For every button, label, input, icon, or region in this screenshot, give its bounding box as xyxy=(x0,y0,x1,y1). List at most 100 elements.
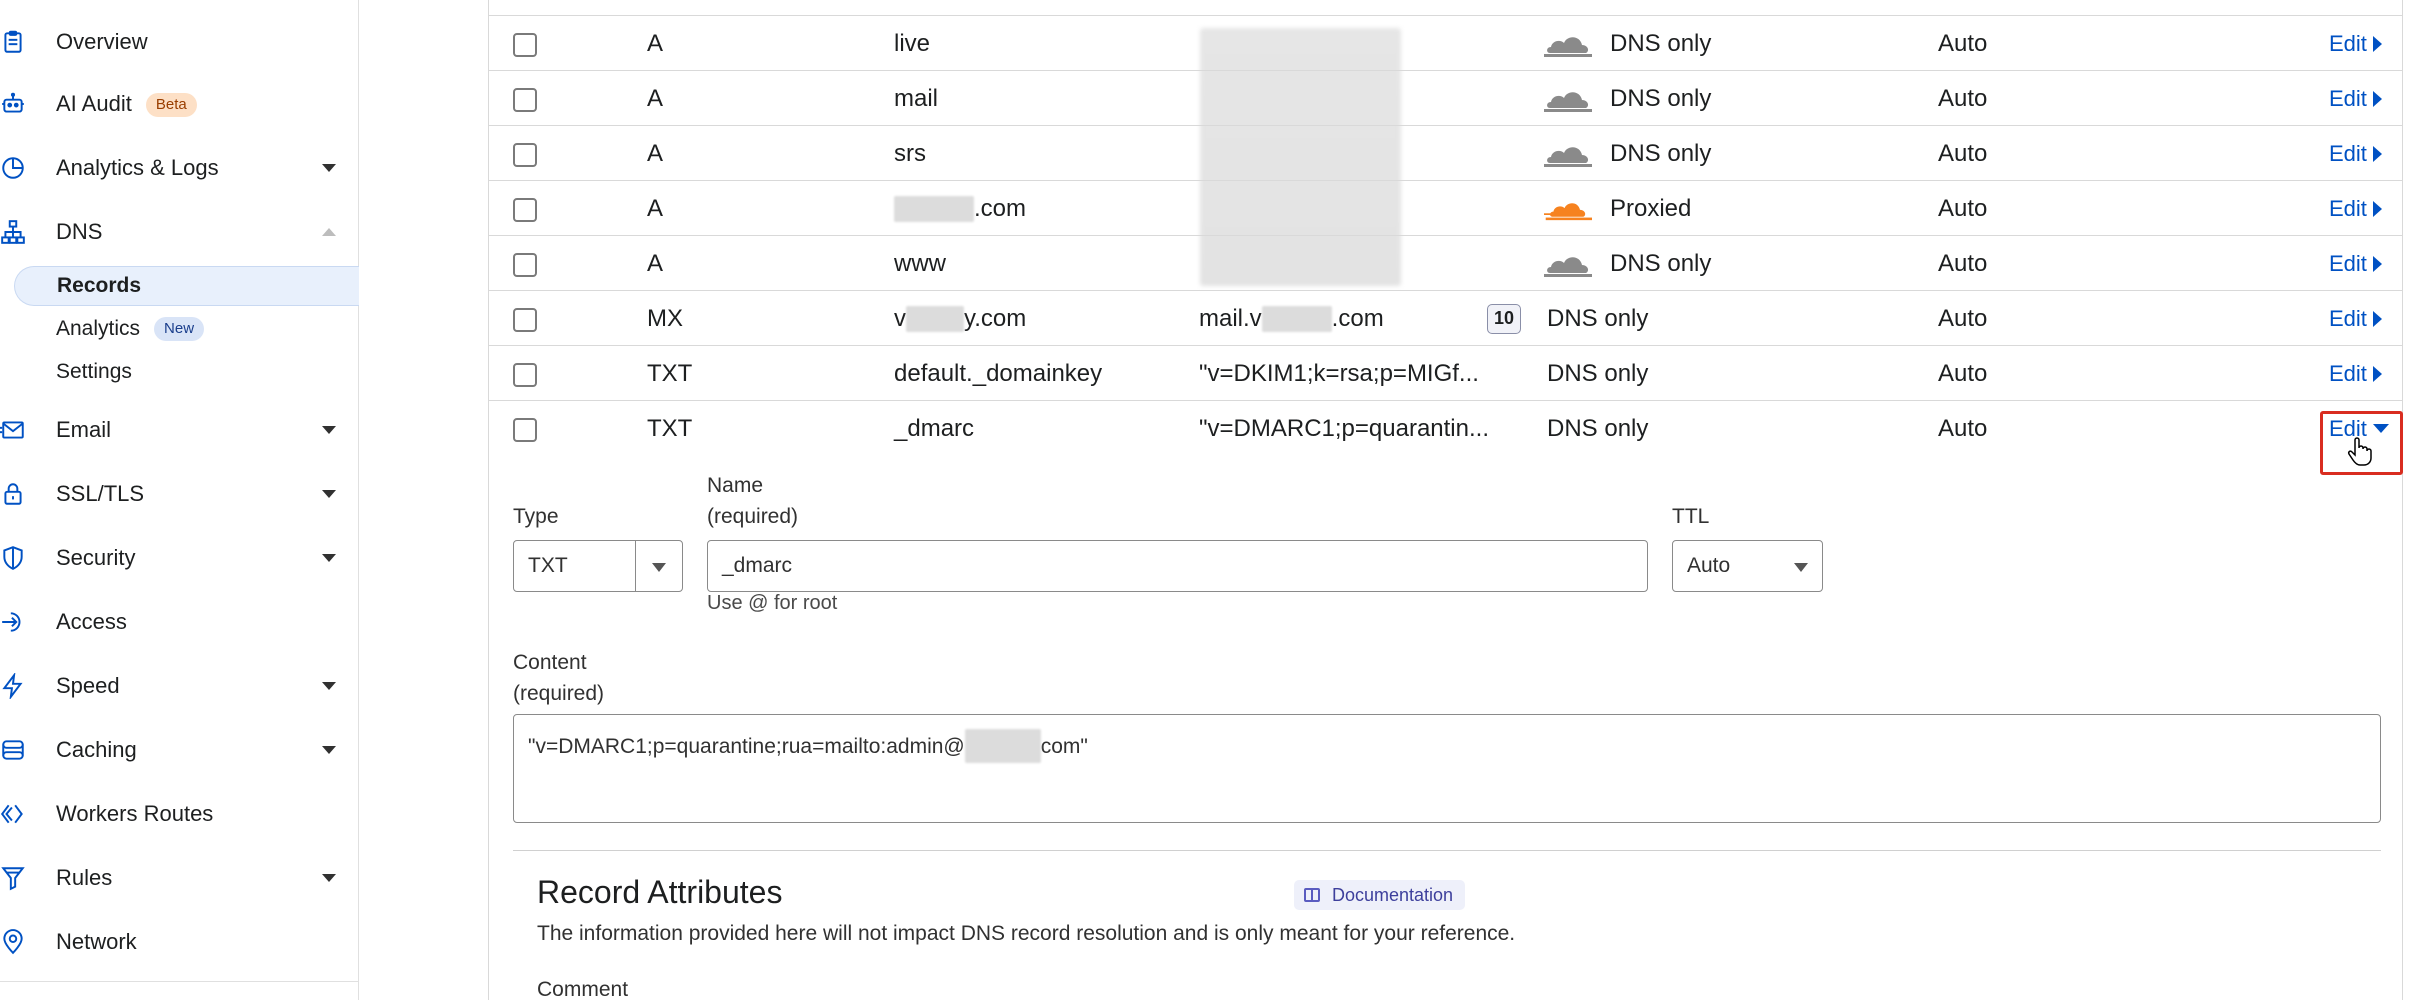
edit-button[interactable]: Edit xyxy=(2329,126,2382,181)
sidebar-subitem-settings[interactable]: Settings xyxy=(14,352,359,392)
hand-cursor-icon xyxy=(2348,437,2372,466)
row-checkbox[interactable] xyxy=(513,198,537,222)
edit-button[interactable]: Edit xyxy=(2329,16,2382,71)
sidebar-item-network[interactable]: Network xyxy=(0,918,358,966)
record-name: live xyxy=(894,29,931,57)
table-row: A mail DNS only Auto Edit xyxy=(489,71,2403,126)
chevron-down-icon[interactable] xyxy=(322,874,336,882)
record-ttl: Auto xyxy=(1938,29,1988,57)
sidebar: Overview AI Audit Beta Analytics & Logs D… xyxy=(0,0,359,1000)
clipboard-icon xyxy=(0,29,26,55)
name-input-value: _dmarc xyxy=(722,554,793,577)
sidebar-item-dns[interactable]: DNS xyxy=(0,208,358,256)
caret-right-icon xyxy=(2372,255,2382,272)
ttl-select-value: Auto xyxy=(1687,554,1731,577)
chevron-down-icon[interactable] xyxy=(322,682,336,690)
row-checkbox[interactable] xyxy=(513,88,537,112)
sidebar-subitem-analytics[interactable]: Analytics New xyxy=(14,309,359,349)
pie-chart-icon xyxy=(0,155,26,181)
chevron-down-icon xyxy=(652,563,666,572)
record-name: srs xyxy=(894,139,926,167)
table-row: MX v y.com mail.v .com 10 DNS only Auto Ed… xyxy=(489,291,2403,346)
row-checkbox[interactable] xyxy=(513,363,537,387)
type-select[interactable]: TXT xyxy=(513,540,683,592)
chevron-down-icon[interactable] xyxy=(322,746,336,754)
sidebar-item-label: SSL/TLS xyxy=(56,481,145,506)
chevron-up-icon[interactable] xyxy=(322,228,336,236)
row-checkbox[interactable] xyxy=(513,33,537,57)
ttl-label: TTL xyxy=(1672,505,1710,528)
record-name: _dmarc xyxy=(894,414,975,442)
edit-button[interactable]: Edit xyxy=(2329,181,2382,236)
sidebar-item-security[interactable]: Security xyxy=(0,534,358,582)
proxy-status-label: Proxied xyxy=(1610,194,1692,222)
sidebar-item-rules[interactable]: Rules xyxy=(0,854,358,902)
sidebar-item-label: Network xyxy=(56,929,137,954)
row-checkbox[interactable] xyxy=(513,143,537,167)
lightning-icon xyxy=(0,673,26,699)
sidebar-item-overview[interactable]: Overview xyxy=(0,18,358,66)
edit-button[interactable]: Edit xyxy=(2329,236,2382,291)
redacted-text xyxy=(1261,305,1332,332)
chevron-down-icon[interactable] xyxy=(322,490,336,498)
record-name: default._domainkey xyxy=(894,359,1103,387)
sidebar-subitem-label: Analytics xyxy=(56,316,141,340)
record-ttl: Auto xyxy=(1938,139,1988,167)
sidebar-item-speed[interactable]: Speed xyxy=(0,662,358,710)
lock-icon xyxy=(0,481,26,507)
sidebar-item-ai-audit[interactable]: AI Audit Beta xyxy=(0,80,358,128)
edit-button[interactable]: Edit xyxy=(2329,71,2382,126)
dns-only-cloud-icon xyxy=(1544,146,1592,167)
proxy-status-label: DNS only xyxy=(1547,304,1649,332)
sidebar-item-caching[interactable]: Caching xyxy=(0,726,358,774)
row-checkbox[interactable] xyxy=(513,253,537,277)
proxy-status: Proxied xyxy=(1544,181,1691,236)
sitemap-icon xyxy=(0,219,26,245)
sidebar-item-ssl-tls[interactable]: SSL/TLS xyxy=(0,470,358,518)
sidebar-item-access[interactable]: Access xyxy=(0,598,358,646)
sidebar-subitem-records[interactable]: Records xyxy=(14,266,359,306)
name-input[interactable]: _dmarc xyxy=(707,540,1648,592)
chevron-down-icon[interactable] xyxy=(322,554,336,562)
sidebar-item-email[interactable]: Email xyxy=(0,406,358,454)
record-type: TXT xyxy=(647,359,693,387)
documentation-link[interactable]: Documentation xyxy=(1294,880,1466,910)
caret-right-icon xyxy=(2372,365,2382,382)
robot-icon xyxy=(0,91,26,117)
type-label: Type xyxy=(513,505,559,528)
sidebar-item-workers-routes[interactable]: Workers Routes xyxy=(0,790,358,838)
sidebar-subitem-label: Records xyxy=(57,274,142,297)
record-type: A xyxy=(647,249,664,277)
edit-label: Edit xyxy=(2329,305,2367,331)
shield-icon xyxy=(0,545,26,571)
dns-records-table: A live DNS only Auto Edit A mail DNS onl… xyxy=(488,0,2403,1000)
login-arrow-icon xyxy=(0,609,26,635)
sidebar-item-label: AI Audit xyxy=(56,90,132,116)
caret-right-icon xyxy=(2372,310,2382,327)
proxy-status: DNS only xyxy=(1544,126,1711,181)
ttl-select[interactable]: Auto xyxy=(1672,540,1823,592)
record-type: TXT xyxy=(647,414,693,442)
content-textarea[interactable]: "v=DMARC1;p=quarantine;rua=mailto:admin@… xyxy=(513,714,2381,823)
record-ttl: Auto xyxy=(1938,84,1988,112)
redacted-text xyxy=(906,305,964,332)
edit-button[interactable]: Edit xyxy=(2329,346,2382,401)
sidebar-item-analytics-logs[interactable]: Analytics & Logs xyxy=(0,144,358,192)
new-badge: New xyxy=(154,317,205,342)
record-attributes-title: Record Attributes xyxy=(537,874,783,910)
edit-label: Edit xyxy=(2329,250,2367,276)
record-ttl: Auto xyxy=(1938,249,1988,277)
dns-only-cloud-icon xyxy=(1544,36,1592,57)
edit-label: Edit xyxy=(2329,360,2367,386)
workers-icon xyxy=(0,801,26,827)
proxy-status: DNS only xyxy=(1544,71,1711,126)
documentation-label: Documentation xyxy=(1332,884,1454,905)
edit-button[interactable]: Edit xyxy=(2329,291,2382,346)
chevron-down-icon[interactable] xyxy=(322,164,336,172)
row-checkbox[interactable] xyxy=(513,308,537,332)
chevron-down-icon[interactable] xyxy=(322,426,336,434)
record-name: www xyxy=(894,249,946,277)
row-checkbox[interactable] xyxy=(513,418,537,442)
record-type: A xyxy=(647,29,664,57)
edit-label: Edit xyxy=(2329,195,2367,221)
